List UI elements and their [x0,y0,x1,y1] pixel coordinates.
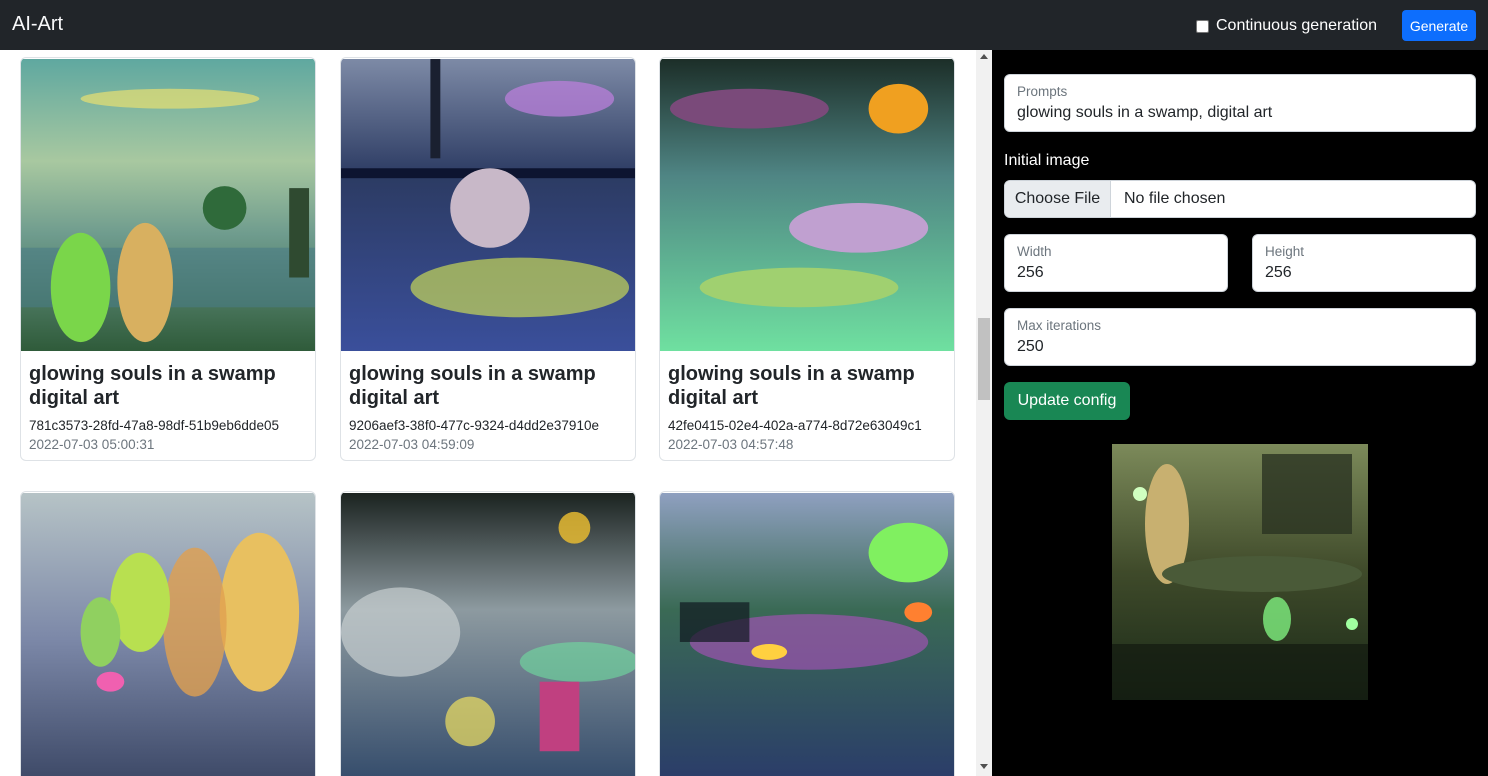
generated-image[interactable] [341,58,635,352]
generated-image[interactable] [21,58,315,352]
scrollbar-thumb[interactable] [978,318,990,400]
max-iterations-field[interactable]: Max iterations 250 [1004,308,1476,366]
continuous-generation-toggle[interactable]: Continuous generation [1196,16,1377,36]
width-field[interactable]: Width 256 [1004,234,1228,292]
card-date: 2022-07-03 04:57:48 [668,437,794,452]
image-gallery: glowing souls in a swamp digital art 781… [0,50,976,776]
card-uuid: 42fe0415-02e4-402a-a774-8d72e63049c1 [668,418,922,433]
max-iterations-label: Max iterations [1017,318,1102,333]
image-card[interactable] [659,491,955,776]
card-title: glowing souls in a swamp digital art [29,363,276,409]
card-uuid: 9206aef3-38f0-477c-9324-d4dd2e37910e [349,418,599,433]
no-file-text: No file chosen [1124,190,1226,207]
card-title: glowing souls in a swamp digital art [668,363,915,409]
image-card[interactable] [340,491,636,776]
prompts-label: Prompts [1017,84,1068,99]
scroll-up-arrow-icon[interactable] [980,54,988,59]
continuous-generation-checkbox[interactable] [1196,19,1209,33]
card-date: 2022-07-03 05:00:31 [29,437,155,452]
top-navbar: AI-Art Continuous generation Generate [0,0,1488,50]
image-card[interactable]: glowing souls in a swamp digital art 920… [340,57,636,461]
gallery-scrollbar[interactable] [976,50,992,776]
app-brand[interactable]: AI-Art [12,13,63,36]
height-field[interactable]: Height 256 [1252,234,1476,292]
height-label: Height [1265,244,1305,259]
height-input[interactable]: 256 [1265,264,1292,282]
card-title: glowing souls in a swamp digital art [349,363,596,409]
image-card[interactable]: glowing souls in a swamp digital art 42f… [659,57,955,461]
card-uuid: 781c3573-28fd-47a8-98df-51b9eb6dde05 [29,418,279,433]
prompts-field[interactable]: Prompts glowing souls in a swamp, digita… [1004,74,1476,132]
generated-image[interactable] [341,492,635,776]
generated-image[interactable] [21,492,315,776]
image-card[interactable] [20,491,316,776]
initial-image-file-input[interactable]: Choose File No file chosen [1004,180,1476,218]
choose-file-button[interactable]: Choose File [1005,181,1111,217]
generated-image[interactable] [660,492,954,776]
max-iterations-input[interactable]: 250 [1017,338,1044,356]
width-input[interactable]: 256 [1017,264,1044,282]
generated-image[interactable] [660,58,954,352]
scroll-down-arrow-icon[interactable] [980,764,988,769]
generate-button[interactable]: Generate [1402,10,1476,41]
prompts-input[interactable]: glowing souls in a swamp, digital art [1017,104,1272,122]
update-config-button[interactable]: Update config [1004,382,1130,420]
current-generation-preview [1112,444,1368,700]
image-card[interactable]: glowing souls in a swamp digital art 781… [20,57,316,461]
width-label: Width [1017,244,1052,259]
config-panel: Prompts glowing souls in a swamp, digita… [992,50,1488,776]
initial-image-label: Initial image [1004,152,1090,169]
continuous-generation-label[interactable]: Continuous generation [1216,17,1377,35]
card-date: 2022-07-03 04:59:09 [349,437,475,452]
